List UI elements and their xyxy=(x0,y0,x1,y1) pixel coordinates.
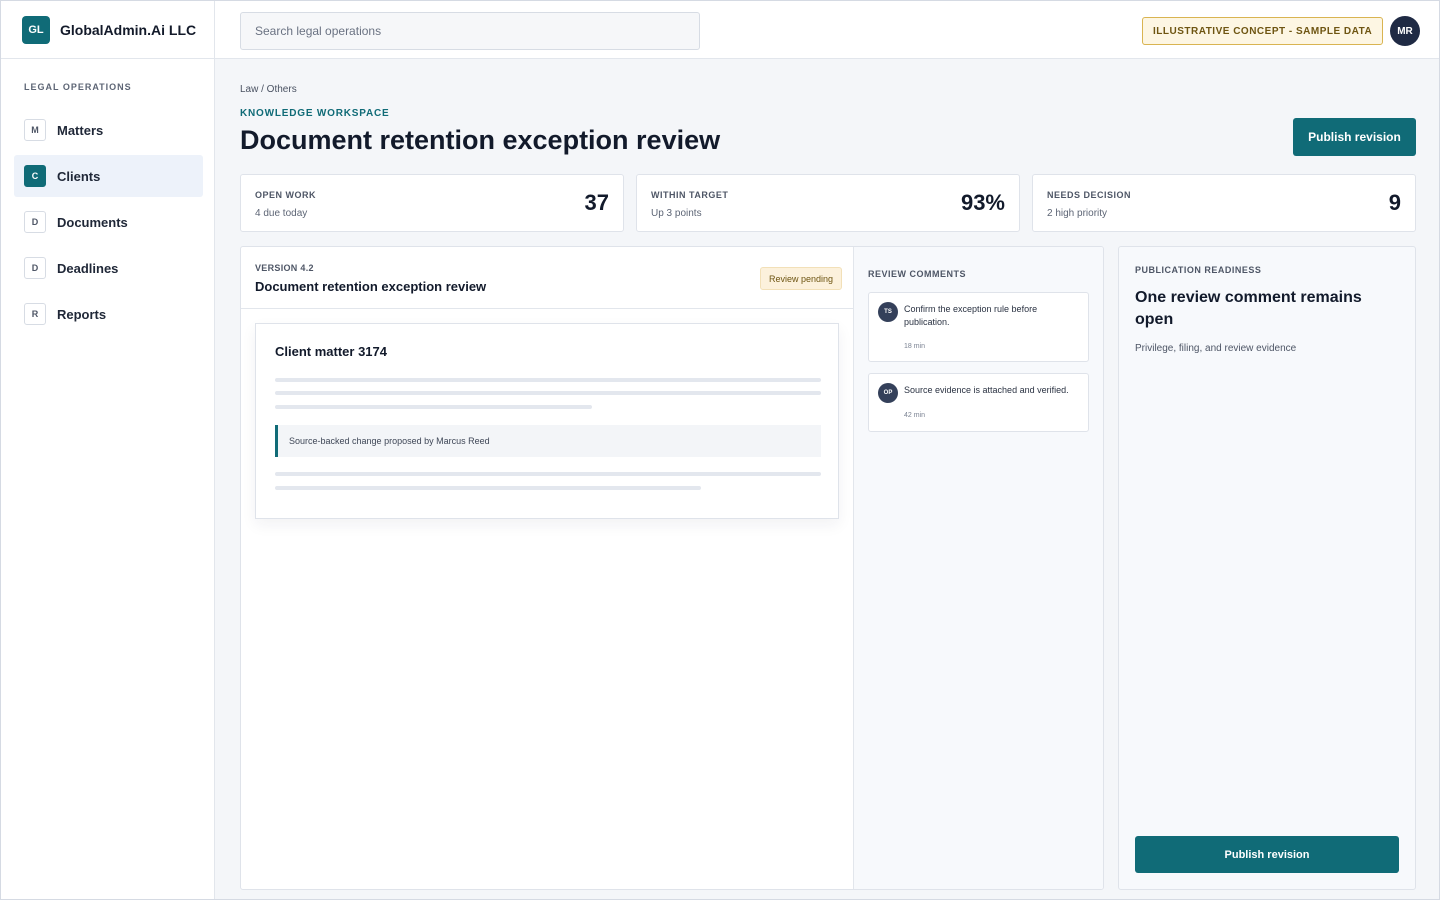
sidebar-item-label: Clients xyxy=(57,168,101,184)
page-title: Document retention exception review xyxy=(240,125,721,155)
comment-card[interactable]: OP Source evidence is attached and verif… xyxy=(868,373,1089,432)
workspace-label: KNOWLEDGE WORKSPACE xyxy=(240,108,390,119)
stat-label: NEEDS DECISION xyxy=(1047,190,1132,200)
sidebar-item-clients[interactable]: C Clients xyxy=(14,155,203,197)
stat-card-needs-decision: NEEDS DECISION 2 high priority 9 xyxy=(1032,174,1416,232)
stat-value: 93% xyxy=(960,190,1005,215)
readiness-title: One review comment remains open xyxy=(1135,289,1362,328)
document-title: Document retention exception review xyxy=(255,279,487,294)
reports-icon: R xyxy=(24,303,46,325)
brand[interactable]: GL GlobalAdmin.Ai LLC xyxy=(1,1,215,59)
stat-label: WITHIN TARGET xyxy=(651,190,729,200)
sidebar: LEGAL OPERATIONS M Matters C Clients D D… xyxy=(1,59,215,899)
sidebar-item-matters[interactable]: M Matters xyxy=(14,109,203,151)
brand-name: GlobalAdmin.Ai LLC xyxy=(60,22,197,38)
review-comments: REVIEW COMMENTS TS Confirm the exception… xyxy=(854,247,1103,889)
breadcrumb: Law / Others xyxy=(240,84,297,95)
sidebar-heading: LEGAL OPERATIONS xyxy=(24,82,132,92)
sidebar-item-label: Matters xyxy=(57,122,104,138)
publish-revision-button[interactable]: Publish revision xyxy=(1293,118,1416,156)
comment-time: 42 min xyxy=(904,412,926,419)
document-card-title: Client matter 3174 xyxy=(275,344,387,359)
comments-heading: REVIEW COMMENTS xyxy=(868,269,967,279)
text-line-placeholder xyxy=(275,486,701,490)
document-panel: VERSION 4.2 Document retention exception… xyxy=(240,246,1104,890)
user-avatar[interactable]: MR xyxy=(1390,16,1420,46)
text-line-placeholder xyxy=(275,378,821,382)
publish-revision-button-secondary[interactable]: Publish revision xyxy=(1135,836,1399,873)
proposed-change-callout[interactable]: Source-backed change proposed by Marcus … xyxy=(275,425,821,457)
avatar: OP xyxy=(878,383,898,403)
readiness-heading: PUBLICATION READINESS xyxy=(1135,265,1262,275)
readiness-subtitle: Privilege, filing, and review evidence xyxy=(1135,343,1297,354)
sidebar-item-label: Reports xyxy=(57,306,107,322)
stat-value: 37 xyxy=(584,190,609,215)
document-editor: VERSION 4.2 Document retention exception… xyxy=(241,247,854,889)
text-line-placeholder xyxy=(275,391,821,395)
version-label: VERSION 4.2 xyxy=(255,263,314,273)
stat-label: OPEN WORK xyxy=(255,190,317,200)
stat-value: 9 xyxy=(1388,190,1401,215)
sidebar-item-label: Deadlines xyxy=(57,260,119,276)
stat-card-open-work: OPEN WORK 4 due today 37 xyxy=(240,174,624,232)
sidebar-item-reports[interactable]: R Reports xyxy=(14,293,203,335)
documents-icon: D xyxy=(24,211,46,233)
top-bar: GL GlobalAdmin.Ai LLC ILLUSTRATIVE CONCE… xyxy=(1,1,1439,59)
brand-logo: GL xyxy=(22,16,50,44)
comment-text: Source evidence is attached and verified… xyxy=(904,385,1069,395)
stat-subtext: 4 due today xyxy=(255,208,308,219)
stat-card-within-target: WITHIN TARGET Up 3 points 93% xyxy=(636,174,1020,232)
sidebar-item-deadlines[interactable]: D Deadlines xyxy=(14,247,203,289)
comment-time: 18 min xyxy=(904,343,926,350)
clients-icon: C xyxy=(24,165,46,187)
matters-icon: M xyxy=(24,119,46,141)
text-line-placeholder xyxy=(275,405,592,409)
avatar: TS xyxy=(878,302,898,322)
text-line-placeholder xyxy=(275,472,821,476)
sidebar-item-label: Documents xyxy=(57,214,128,230)
document-header: VERSION 4.2 Document retention exception… xyxy=(241,247,854,309)
deadlines-icon: D xyxy=(24,257,46,279)
comment-card[interactable]: TS Confirm the exception rule before pub… xyxy=(868,292,1089,362)
status-badge: Review pending xyxy=(760,267,843,290)
concept-badge: ILLUSTRATIVE CONCEPT - SAMPLE DATA xyxy=(1142,17,1384,45)
stat-subtext: Up 3 points xyxy=(651,208,702,219)
comment-text: Confirm the exception rule before public… xyxy=(904,304,1038,327)
stat-subtext: 2 high priority xyxy=(1047,208,1108,219)
document-page[interactable]: Client matter 3174 Source-backed change … xyxy=(255,323,839,519)
search-input[interactable] xyxy=(240,12,700,50)
publication-readiness-panel: PUBLICATION READINESS One review comment… xyxy=(1118,246,1416,890)
app-window: GL GlobalAdmin.Ai LLC ILLUSTRATIVE CONCE… xyxy=(0,0,1440,900)
sidebar-item-documents[interactable]: D Documents xyxy=(14,201,203,243)
